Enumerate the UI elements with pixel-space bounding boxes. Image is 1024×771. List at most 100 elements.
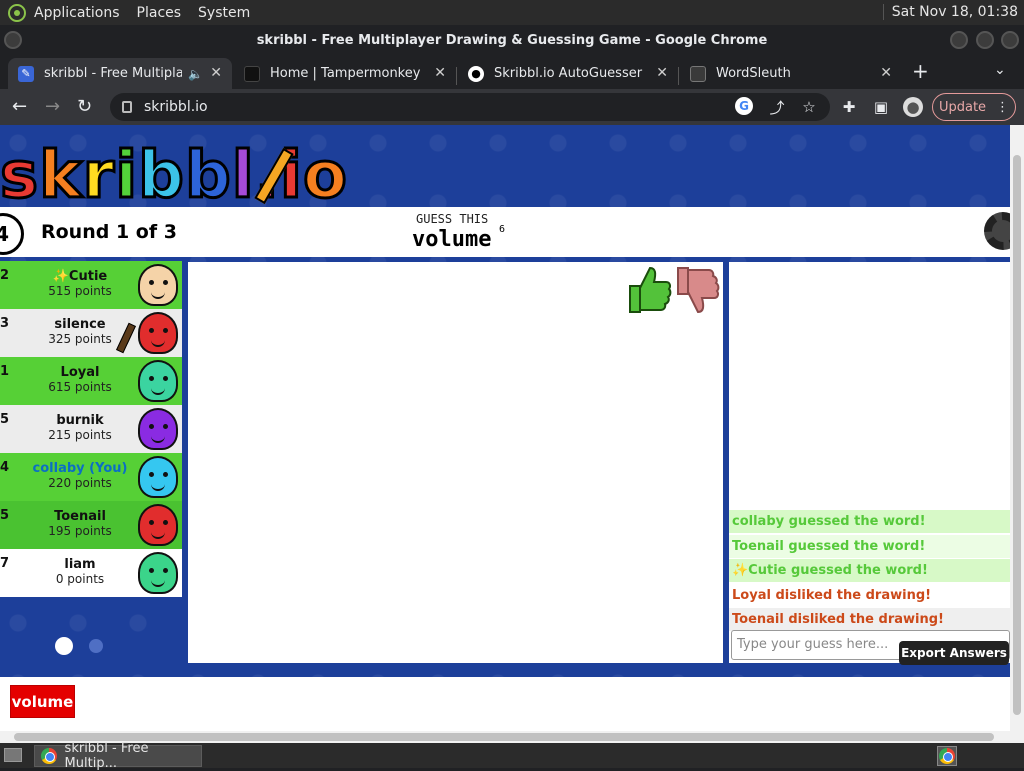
url-text: skribbl.io: [144, 99, 208, 115]
drawing-canvas[interactable]: [188, 262, 723, 663]
player-name: Toenail: [54, 509, 106, 524]
minimize-icon[interactable]: [950, 31, 968, 49]
maximize-icon[interactable]: [976, 31, 994, 49]
close-tab-icon[interactable]: ✕: [656, 65, 668, 81]
tab-label: Home | Tampermonkey: [270, 66, 421, 81]
player-row[interactable]: 5 burnik 215 points: [0, 405, 182, 453]
player-points: 220 points: [48, 476, 112, 490]
chat-message: Toenail disliked the drawing!: [729, 608, 1010, 632]
player-row[interactable]: 5 Toenail 195 points: [0, 501, 182, 549]
workspace-switcher-icon[interactable]: [937, 746, 957, 766]
round-indicator: Round 1 of 3: [41, 221, 177, 243]
player-avatar: [138, 504, 178, 546]
skribbl-pencil-icon: ✎: [18, 65, 34, 82]
logo-letter: b: [183, 138, 232, 215]
show-desktop-icon[interactable]: [4, 748, 22, 762]
logo-letter: i: [114, 138, 139, 215]
tab-autoguesser[interactable]: ● Skribbl.io AutoGuesser ✕: [458, 58, 678, 89]
page-dot[interactable]: [89, 639, 103, 653]
chat-message: Toenail guessed the word!: [729, 534, 1010, 558]
guess-this-label: GUESS THIS: [416, 212, 489, 226]
side-panel-icon[interactable]: ▣: [871, 97, 891, 117]
tab-search-chevron-icon[interactable]: ⌄: [994, 62, 1006, 78]
logo-letter: k: [38, 138, 84, 215]
player-rank: 1: [0, 364, 10, 379]
applications-menu[interactable]: Applications: [34, 5, 120, 21]
close-tab-icon[interactable]: ✕: [880, 65, 892, 81]
update-button[interactable]: Update ⋮: [932, 93, 1016, 121]
tab-label: skribbl - Free Multiplaye: [44, 66, 182, 81]
player-name: silence: [54, 317, 106, 332]
taskbar-item-label: skribbl - Free Multip...: [64, 741, 149, 771]
page-dot-active[interactable]: [55, 637, 73, 655]
reload-icon[interactable]: ↻: [77, 96, 92, 117]
word-length: 6: [499, 224, 506, 235]
vertical-scrollbar[interactable]: [1010, 125, 1024, 743]
tab-wordsleuth[interactable]: WordSleuth ✕: [680, 58, 902, 89]
update-label: Update: [938, 99, 987, 115]
lock-icon[interactable]: [122, 101, 132, 113]
player-info: liam 0 points: [20, 557, 140, 587]
address-bar[interactable]: skribbl.io: [110, 93, 830, 121]
player-avatar: [138, 264, 178, 306]
player-name: collaby (You): [32, 461, 128, 476]
distro-logo-icon[interactable]: [8, 3, 26, 22]
chat-message: Loyal disliked the drawing!: [729, 583, 1010, 607]
player-row[interactable]: 4 collaby (You) 220 points: [0, 453, 182, 501]
player-points: 515 points: [48, 284, 112, 298]
profile-avatar-icon[interactable]: ●: [903, 97, 923, 117]
logo-letter: b: [137, 138, 186, 215]
autoguesser-word-badge[interactable]: volume: [10, 685, 75, 718]
thumbs-up-icon[interactable]: [624, 264, 672, 316]
close-tab-icon[interactable]: ✕: [210, 65, 222, 81]
player-row[interactable]: 1 Loyal 615 points: [0, 357, 182, 405]
taskbar-chrome-window[interactable]: skribbl - Free Multip...: [34, 741, 202, 771]
player-row[interactable]: 2 ✨Cutie 515 points: [0, 261, 182, 309]
player-avatar: [138, 456, 178, 498]
bookmark-star-icon[interactable]: ☆: [799, 97, 819, 117]
player-points: 615 points: [48, 380, 112, 394]
system-menu[interactable]: System: [198, 5, 250, 21]
settings-gear-icon[interactable]: [984, 212, 1010, 250]
tab-tampermonkey[interactable]: Home | Tampermonkey ✕: [234, 58, 456, 89]
player-avatar: [138, 360, 178, 402]
forward-icon[interactable]: →: [45, 96, 60, 117]
chat-panel: collaby guessed the word! Toenail guessed…: [729, 262, 1010, 663]
timer-clock-icon: 4: [0, 213, 24, 255]
tab-skribbl[interactable]: ✎ skribbl - Free Multiplaye 🔈 ✕: [8, 58, 232, 89]
logo-letter: r: [81, 138, 116, 215]
extensions-puzzle-icon[interactable]: ✚: [839, 97, 859, 117]
window-menu-icon[interactable]: [4, 31, 22, 49]
player-avatar: [138, 408, 178, 450]
back-icon[interactable]: ←: [12, 96, 27, 117]
thumbs-down-icon[interactable]: [672, 264, 720, 316]
tab-strip: ✎ skribbl - Free Multiplaye 🔈 ✕ Home | T…: [0, 55, 1024, 89]
player-row[interactable]: 7 liam 0 points: [0, 549, 182, 597]
game-header: 4 Round 1 of 3 GUESS THIS volume 6: [0, 207, 1010, 257]
close-window-icon[interactable]: [1001, 31, 1019, 49]
logo-letter: l: [230, 138, 255, 215]
player-rank: 3: [0, 316, 10, 331]
share-icon[interactable]: ⤴: [767, 97, 787, 117]
new-tab-icon[interactable]: +: [912, 59, 929, 83]
player-rank: 4: [0, 460, 10, 475]
player-rank: 5: [0, 412, 10, 427]
tab-label: WordSleuth: [716, 66, 791, 81]
player-points: 215 points: [48, 428, 112, 442]
player-row[interactable]: 3 silence 325 points: [0, 309, 182, 357]
places-menu[interactable]: Places: [137, 5, 182, 21]
player-name: ✨Cutie: [52, 269, 108, 284]
google-lens-icon[interactable]: G: [735, 97, 753, 115]
panel-clock[interactable]: Sat Nov 18, 01:38: [882, 4, 1018, 20]
browser-toolbar: ← → ↻ skribbl.io G ⤴ ☆ ✚ ▣ ● Update ⋮: [0, 89, 1024, 125]
tab-label: Skribbl.io AutoGuesser: [494, 66, 643, 81]
audio-playing-icon[interactable]: 🔈: [188, 67, 203, 81]
player-info: burnik 215 points: [20, 413, 140, 443]
player-avatar: [138, 552, 178, 594]
more-menu-icon: ⋮: [996, 99, 1010, 115]
window-title: skribbl - Free Multiplayer Drawing & Gue…: [256, 32, 768, 48]
player-info: collaby (You) 220 points: [20, 461, 140, 491]
close-tab-icon[interactable]: ✕: [434, 65, 446, 81]
chrome-icon: [41, 748, 57, 764]
export-answers-button[interactable]: Export Answers: [899, 641, 1009, 665]
